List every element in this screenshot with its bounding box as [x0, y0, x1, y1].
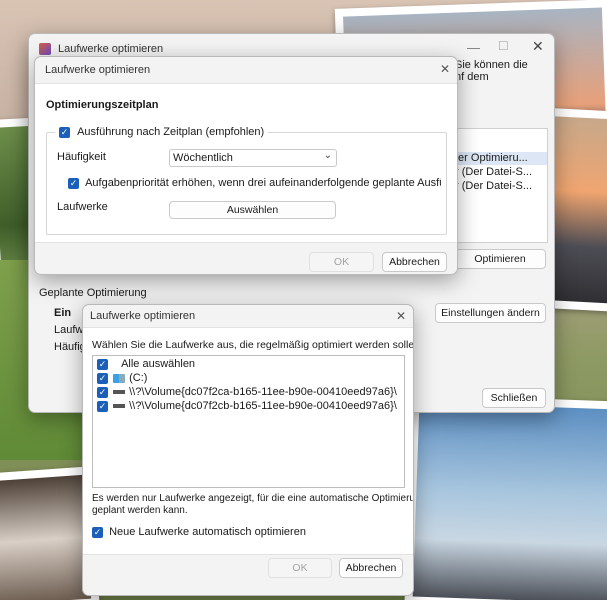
drive-list: ter Optimieru... r (Der Datei-S... r (De… [454, 128, 548, 243]
choose-drives-button[interactable]: Auswählen [169, 201, 336, 219]
photo-bottom-right [404, 394, 607, 600]
drive-note-line1: Es werden nur Laufwerke angezeigt, für d… [92, 493, 414, 504]
checkbox-check-icon: ✓ [97, 386, 108, 398]
drive-label: (C:) [129, 372, 148, 384]
minimize-icon[interactable]: — [467, 40, 480, 55]
drive-note-line2: geplant werden kann. [92, 505, 188, 516]
run-on-schedule-label: Ausführung nach Zeitplan (empfohlen) [77, 126, 265, 138]
close-button[interactable]: Schließen [482, 388, 546, 408]
priority-checkbox[interactable]: ✓ Aufgabenpriorität erhöhen, wenn drei a… [68, 177, 441, 189]
change-settings-button[interactable]: Einstellungen ändern [435, 303, 546, 323]
drives-label: Laufwerke [57, 201, 108, 213]
schedule-dialog-title: Laufwerke optimieren [45, 64, 151, 76]
checkbox-check-icon: ✓ [97, 358, 108, 370]
checkbox-check-icon: ✓ [92, 526, 103, 538]
main-behind-text-2: nf dem [455, 71, 489, 83]
drive-selection-dialog: Laufwerke optimieren ✕ Wählen Sie die La… [82, 304, 414, 596]
select-all-item[interactable]: ✓ Alle auswählen [97, 358, 195, 370]
drive-instruction: Wählen Sie die Laufwerke aus, die regelm… [92, 339, 414, 351]
checkbox-check-icon: ✓ [97, 372, 108, 384]
checkbox-check-icon: ✓ [97, 400, 108, 412]
close-icon[interactable]: ✕ [440, 62, 450, 76]
list-item[interactable]: ter Optimieru... [455, 152, 547, 165]
checkbox-check-icon: ✓ [59, 126, 70, 138]
hard-drive-icon [113, 390, 126, 395]
main-window-title: Laufwerke optimieren [58, 43, 164, 55]
schedule-heading: Optimierungszeitplan [46, 99, 159, 111]
drive-item-volume2[interactable]: ✓ \\?\Volume{dc07f2cb-b165-11ee-b90e-004… [97, 400, 397, 412]
drive-item-c[interactable]: ✓ (C:) [97, 372, 147, 384]
frequency-label: Häufigkeit [57, 151, 106, 163]
chevron-down-icon: ⌄ [323, 150, 332, 161]
optimize-button[interactable]: Optimieren [454, 249, 546, 269]
list-item[interactable]: r (Der Datei-S... [455, 166, 532, 178]
auto-optimize-checkbox[interactable]: ✓ Neue Laufwerke automatisch optimieren [92, 526, 306, 538]
checkbox-check-icon: ✓ [68, 177, 79, 189]
drive-checklist: ✓ Alle auswählen ✓ (C:) ✓ \\?\Volume{dc0… [92, 355, 405, 488]
schedule-dialog-body: Optimierungszeitplan ✓ Ausführung nach Z… [35, 83, 457, 243]
frequency-value: Wöchentlich [173, 152, 233, 164]
hard-drive-icon [113, 404, 126, 409]
maximize-icon[interactable]: ☐ [498, 39, 509, 53]
list-item[interactable]: r (Der Datei-S... [455, 180, 532, 192]
ok-button[interactable]: OK [309, 252, 374, 272]
priority-label: Aufgabenpriorität erhöhen, wenn drei auf… [85, 177, 441, 190]
close-icon[interactable]: ✕ [532, 38, 544, 55]
select-all-label: Alle auswählen [121, 358, 196, 370]
schedule-dialog-titlebar: Laufwerke optimieren [35, 57, 457, 83]
defrag-app-icon [39, 43, 51, 55]
drive-label: \\?\Volume{dc07f2cb-b165-11ee-b90e-00410… [129, 400, 397, 412]
frequency-select[interactable]: Wöchentlich ⌄ [169, 149, 337, 167]
windows-drive-icon [113, 373, 126, 383]
cancel-button[interactable]: Abbrechen [339, 558, 403, 578]
schedule-dialog: Laufwerke optimieren ✕ Optimierungszeitp… [34, 56, 458, 275]
close-icon[interactable]: ✕ [396, 309, 406, 323]
scheduled-status: Ein [54, 307, 72, 319]
drive-dialog-title: Laufwerke optimieren [90, 310, 196, 322]
ok-button[interactable]: OK [268, 558, 332, 578]
main-behind-text-1: Sie können die [455, 59, 528, 71]
drive-dialog-titlebar: Laufwerke optimieren [83, 305, 413, 327]
drive-item-volume1[interactable]: ✓ \\?\Volume{dc07f2ca-b165-11ee-b90e-004… [97, 386, 397, 398]
cancel-button[interactable]: Abbrechen [382, 252, 447, 272]
run-on-schedule-checkbox[interactable]: ✓ Ausführung nach Zeitplan (empfohlen) [55, 126, 269, 138]
drive-dialog-body: Wählen Sie die Laufwerke aus, die regelm… [83, 327, 413, 555]
drive-label: \\?\Volume{dc07f2ca-b165-11ee-b90e-00410… [129, 386, 397, 398]
scheduled-section-label: Geplante Optimierung [39, 287, 147, 299]
auto-optimize-label: Neue Laufwerke automatisch optimieren [109, 526, 306, 538]
